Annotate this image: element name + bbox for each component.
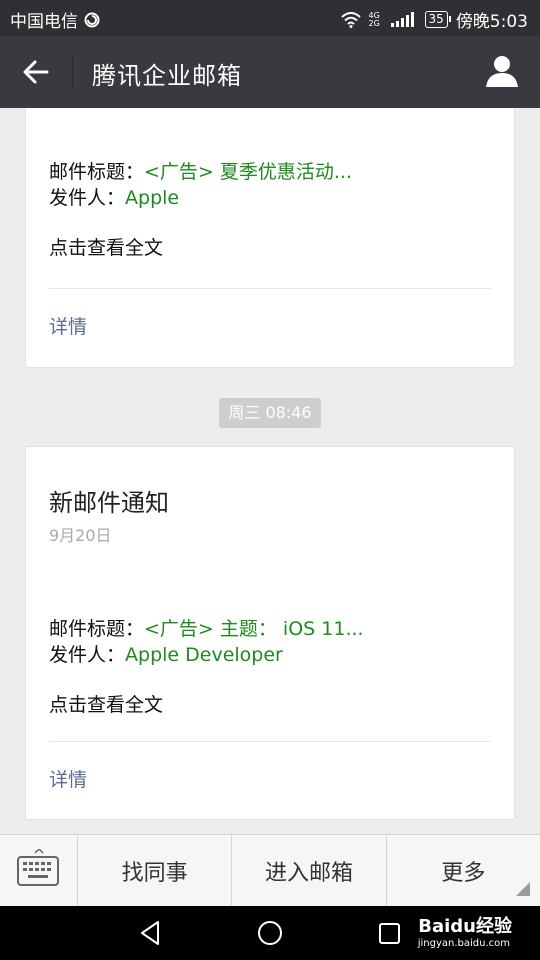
nav-back-icon[interactable]: [136, 918, 166, 948]
profile-button[interactable]: [484, 53, 522, 91]
subject-label: 邮件标题：: [49, 161, 145, 183]
carrier-label: 中国电信: [10, 12, 78, 32]
subject-value: <广告> 夏季优惠活动...: [144, 161, 353, 183]
page-title: 腾讯企业邮箱: [92, 62, 242, 90]
more-label: 更多: [441, 860, 486, 886]
nav-recents-icon[interactable]: [374, 918, 404, 948]
app-header: 腾讯企业邮箱: [0, 36, 540, 108]
subject-label: 邮件标题：: [49, 618, 145, 640]
sender-label: 发件人：: [49, 187, 126, 209]
keyboard-icon: [17, 849, 59, 886]
sender-value: Apple: [125, 187, 180, 209]
watermark-logo: Baidu经验: [418, 916, 512, 937]
nav-home-icon[interactable]: [255, 918, 285, 948]
card-divider: [49, 741, 491, 742]
view-full-text-link[interactable]: 点击查看全文: [49, 690, 163, 717]
system-nav-bar: Baidu经验 jingyan.baidu.com: [0, 906, 540, 960]
keyboard-toggle-button[interactable]: [0, 835, 78, 906]
battery-indicator: 35: [424, 11, 452, 28]
find-colleague-button[interactable]: 找同事: [78, 835, 233, 906]
subject-value: <广告> 主题： iOS 11...: [144, 618, 364, 640]
card-date: 9月20日: [49, 526, 112, 545]
carrier-logo-icon: [84, 12, 100, 27]
watermark-url: jingyan.baidu.com: [417, 938, 510, 949]
profile-icon: [486, 56, 518, 87]
network-label: 4G 2G: [368, 10, 380, 28]
timestamp-badge: 周三 08:46: [219, 398, 321, 428]
submenu-indicator-icon: [515, 882, 530, 896]
more-button[interactable]: 更多: [387, 835, 540, 906]
sender-row: 发件人：Apple: [49, 183, 179, 210]
signal-icon: [390, 11, 414, 27]
sender-row: 发件人：Apple Developer: [49, 640, 283, 667]
header-divider: [72, 54, 73, 90]
sender-value: Apple Developer: [125, 644, 283, 666]
card-title: 新邮件通知: [49, 489, 169, 517]
view-full-text-link[interactable]: 点击查看全文: [49, 233, 163, 260]
find-colleague-label: 找同事: [121, 860, 188, 886]
bottom-toolbar: 找同事 进入邮箱 更多: [0, 834, 540, 906]
enter-mailbox-label: 进入邮箱: [264, 860, 353, 886]
details-link[interactable]: 详情: [49, 312, 87, 339]
back-button[interactable]: [18, 54, 54, 90]
clock: 傍晚5:03: [455, 12, 528, 32]
subject-row: 邮件标题：<广告> 主题： iOS 11...: [49, 614, 364, 641]
subject-row: 邮件标题：<广告> 夏季优惠活动...: [49, 157, 352, 184]
sender-label: 发件人：: [49, 644, 126, 666]
status-right: 4G 2G 35 傍晚5:03: [340, 7, 528, 32]
back-arrow-icon: [23, 60, 49, 84]
wifi-icon: [340, 11, 361, 28]
message-list[interactable]: 邮件标题：<广告> 夏季优惠活动... 发件人：Apple 点击查看全文 详情 …: [0, 108, 540, 834]
status-left: 中国电信: [10, 7, 100, 32]
details-link[interactable]: 详情: [49, 765, 87, 792]
status-bar: 中国电信 4G 2G 35 傍晚5:03: [0, 0, 540, 36]
enter-mailbox-button[interactable]: 进入邮箱: [232, 835, 387, 906]
card-divider: [49, 288, 491, 289]
message-card[interactable]: 新邮件通知 9月20日 邮件标题：<广告> 主题： iOS 11... 发件人：…: [25, 446, 515, 820]
message-card[interactable]: 邮件标题：<广告> 夏季优惠活动... 发件人：Apple 点击查看全文 详情: [25, 108, 515, 368]
